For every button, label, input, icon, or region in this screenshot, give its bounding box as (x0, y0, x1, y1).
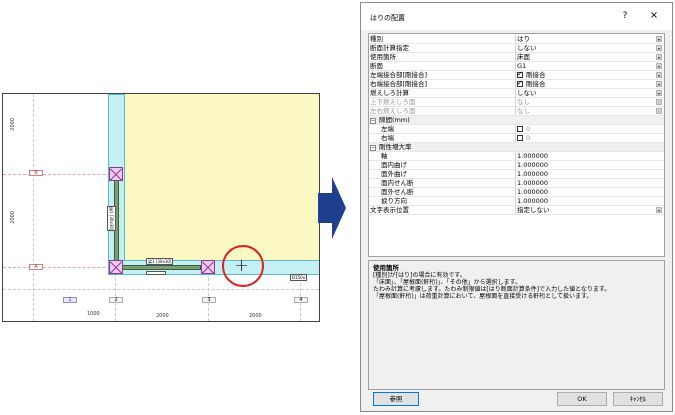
column[interactable] (201, 260, 215, 274)
section-label: 隙間(mm) (379, 116, 410, 124)
prop-row-section-calc[interactable]: 断面計算指定 しない (369, 44, 664, 53)
title-bar: はりの配置 ? × (361, 3, 672, 30)
floor-area (125, 94, 319, 261)
prop-row-right-joint[interactable]: 右端接合部[剛接合] 剛接合 (369, 79, 664, 89)
grid-label-2: 2 (109, 297, 123, 303)
dim-left-top: 2000 (10, 118, 16, 131)
section-stiffness[interactable]: − 剛性増大率 (369, 143, 664, 152)
dropdown-arrow-icon[interactable] (656, 81, 662, 87)
beam-horizontal[interactable] (121, 265, 201, 270)
dim-left-bottom: 2000 (10, 211, 16, 224)
grid-label-1: 1 (63, 297, 77, 303)
prop-row-fire-topbottom: 上下燃えしろ面 なし (369, 98, 664, 107)
ok-button[interactable]: OK (557, 392, 607, 406)
prop-row-outplane-shear[interactable]: 面外せん断 1.000000 (369, 188, 664, 197)
description-line: 「床面」、「屋根面(軒桁)」、「その他」から選択します。 (373, 279, 522, 286)
column[interactable] (109, 260, 123, 274)
grid-label-b: B (29, 170, 43, 176)
right-joint-checkbox[interactable] (517, 79, 523, 87)
prop-value: 剛接合 (526, 71, 546, 79)
description-panel: 使用箇所 [種別]が[はり]の場合に有効です。 「床面」、「屋根面(軒桁)」、「… (368, 260, 665, 390)
prop-row-text-position[interactable]: 文字表示位置 指定しない (369, 206, 664, 215)
dialog-title: はりの配置 (370, 14, 405, 22)
dim-bottom-2: 2000 (156, 313, 169, 319)
right-arrow-icon (318, 177, 346, 239)
prop-row-type[interactable]: 種別 はり (369, 35, 664, 44)
prop-value: 0 (526, 125, 531, 133)
dropdown-arrow-icon[interactable] (656, 54, 662, 60)
section-gap[interactable]: − 隙間(mm) (369, 116, 664, 125)
cad-canvas[interactable]: 梁1 [30x30] 梁1 [30x30] D150x 2000 2000 B … (2, 93, 320, 322)
prop-row-inplane-shear[interactable]: 面内せん断 1.000000 (369, 179, 664, 188)
beam-placement-dialog: はりの配置 ? × 種別 はり 断面計算指定 しない 使用箇所 床面 断面 G1… (360, 2, 673, 412)
prop-row-outplane-bending[interactable]: 面外曲げ 1.000000 (369, 170, 664, 179)
dropdown-arrow-icon[interactable] (656, 207, 662, 213)
dropdown-arrow-icon[interactable] (656, 36, 662, 42)
dropdown-arrow-icon[interactable] (656, 45, 662, 51)
cancel-button[interactable]: ｷｬﾝｾﾙ (613, 392, 663, 406)
grid-line (33, 94, 34, 321)
property-grid: 種別 はり 断面計算指定 しない 使用箇所 床面 断面 G1 左端接合部[剛接合… (368, 33, 665, 257)
description-line: たわみ計算に考慮します。たわみ制限値は[はり断面計算条件]で入力した値となります… (373, 286, 611, 293)
dim-bottom-3: 2000 (249, 313, 262, 319)
prop-row-torsion[interactable]: 捩り方向 1.000000 (369, 197, 664, 206)
reference-button[interactable]: 参照 (373, 392, 419, 406)
grid-line (3, 289, 319, 290)
prop-row-gap-right[interactable]: 右端 0 (369, 134, 664, 143)
prop-row-fire-leftright: 左右燃えしろ面 なし (369, 107, 664, 116)
gap-right-checkbox[interactable] (517, 135, 523, 141)
beam-tag: 梁1 [30x30] (146, 258, 174, 265)
prop-row-inplane-bending[interactable]: 面内曲げ 1.000000 (369, 161, 664, 170)
grid-label-a: A (29, 264, 43, 270)
prop-row-gap-left[interactable]: 左端 0 (369, 125, 664, 134)
prop-row-fire-calc[interactable]: 燃えしろ計算 しない (369, 89, 664, 98)
grid-label-3: 3 (202, 297, 216, 303)
crosshair-cursor-icon: + (234, 255, 250, 276)
dim-bottom-1: 1000 (87, 311, 100, 317)
edge-tag: D150x (290, 274, 308, 281)
section-label: 剛性増大率 (379, 143, 412, 151)
gap-left-checkbox[interactable] (517, 126, 523, 132)
description-title: 使用箇所 (373, 264, 399, 272)
dropdown-arrow-icon[interactable] (656, 90, 662, 96)
dropdown-arrow-icon (656, 99, 662, 105)
help-button[interactable]: ? (617, 9, 633, 23)
beam-tag-box (146, 271, 166, 275)
beam-tag-vertical: 梁1 [30x30] (107, 206, 116, 232)
prop-value: 0 (526, 134, 531, 142)
description-line: 「屋根面(軒桁)」は荷重計算において、屋根面を直接受ける軒桁として扱います。 (373, 293, 593, 300)
column[interactable] (109, 167, 123, 181)
grid-label-4: 4 (294, 297, 308, 303)
left-joint-checkbox[interactable] (517, 70, 523, 78)
prop-row-axial[interactable]: 軸 1.000000 (369, 152, 664, 161)
dropdown-arrow-icon[interactable] (656, 72, 662, 78)
dropdown-arrow-icon (656, 108, 662, 114)
dropdown-arrow-icon[interactable] (656, 63, 662, 69)
description-line: [種別]が[はり]の場合に有効です。 (373, 272, 466, 279)
prop-row-usage[interactable]: 使用箇所 床面 (369, 53, 664, 62)
prop-value: 剛接合 (526, 80, 546, 88)
close-button[interactable]: × (646, 9, 662, 23)
